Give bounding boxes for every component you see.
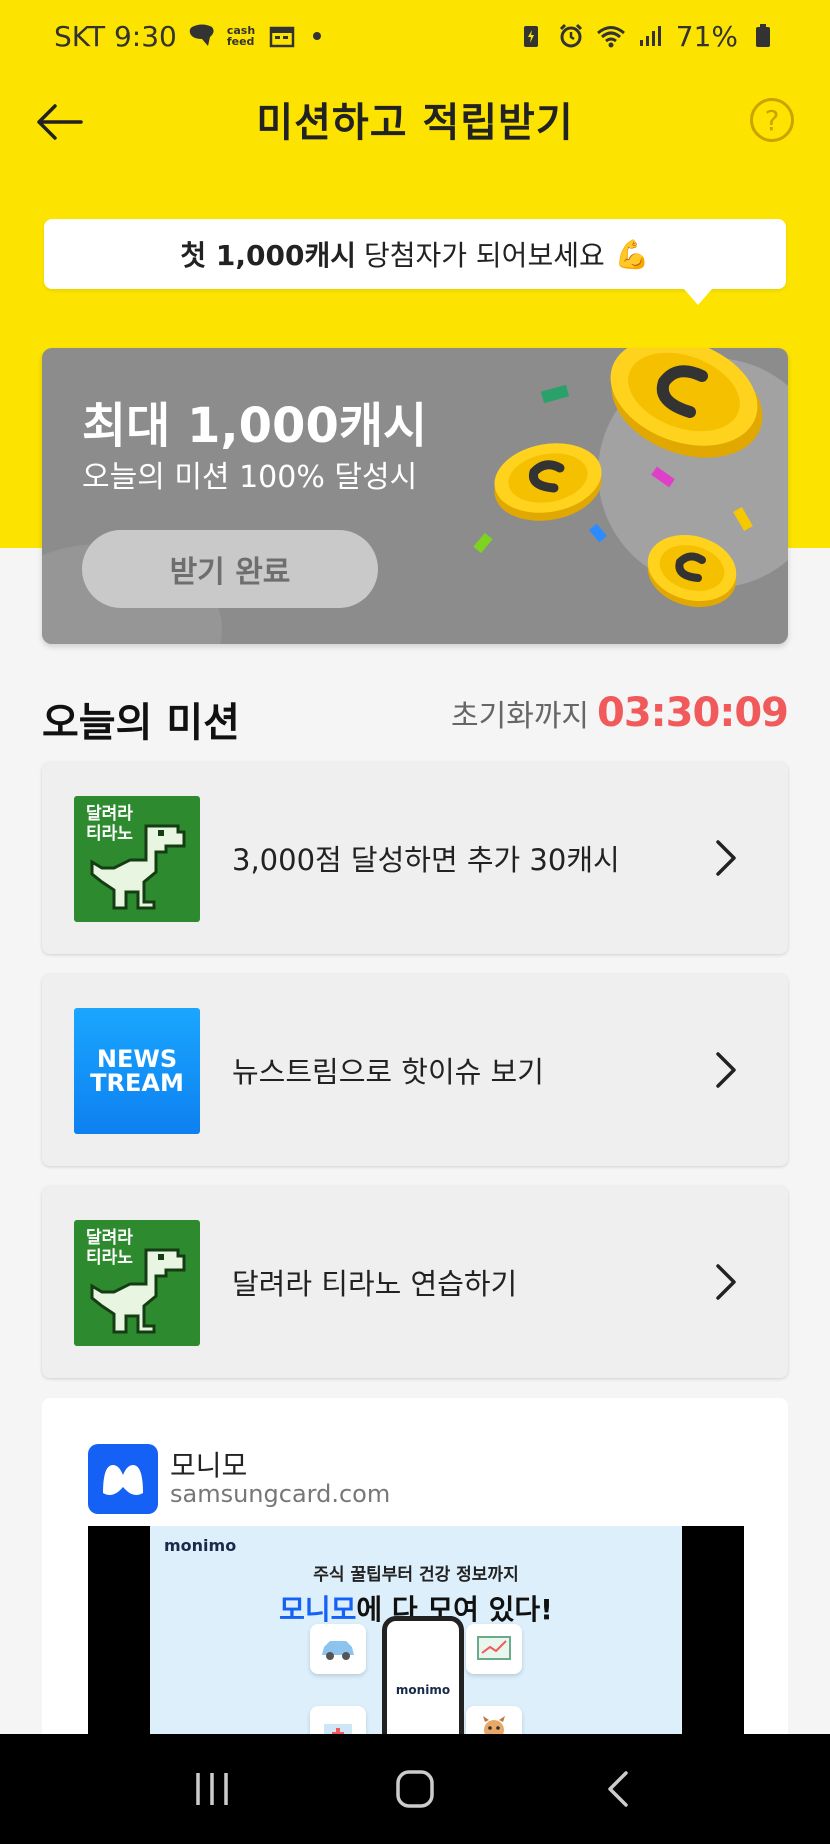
mission-label: 3,000점 달성하면 추가 30캐시 bbox=[232, 843, 620, 877]
app-header: 미션하고 적립받기 ? bbox=[0, 72, 830, 172]
help-button[interactable]: ? bbox=[750, 98, 794, 142]
chevron-right-icon bbox=[716, 840, 736, 876]
confetti-icon bbox=[540, 384, 570, 404]
tyrano-game-thumbnail: 달려라 티라노 bbox=[74, 1220, 200, 1346]
newstream-thumbnail: NEWS TREAM bbox=[74, 1008, 200, 1134]
mission-label: 뉴스트림으로 핫이슈 보기 bbox=[232, 1055, 544, 1089]
reset-timer: 초기화까지 03:30:09 bbox=[451, 690, 789, 736]
wifi-icon bbox=[596, 23, 626, 49]
battery-icon bbox=[748, 23, 778, 49]
mission-item[interactable]: 달려라 티라노 3,000점 달성하면 추가 30캐시 bbox=[42, 762, 788, 954]
reset-timer-value: 03:30:09 bbox=[597, 690, 789, 736]
reset-timer-label: 초기화까지 bbox=[451, 699, 590, 734]
chevron-right-icon bbox=[716, 1264, 736, 1300]
phone-app-label: monimo bbox=[395, 1683, 451, 1697]
tyrano-game-thumbnail: 달려라 티라노 bbox=[74, 796, 200, 922]
status-left: SKT 9:30 cash feed bbox=[54, 20, 321, 53]
signal-icon bbox=[636, 23, 666, 49]
calendar-icon bbox=[267, 23, 297, 49]
thumbnail-text: NEWS TREAM bbox=[90, 1045, 184, 1097]
coin-icon bbox=[647, 534, 737, 608]
claim-button-label: 받기 완료 bbox=[169, 555, 291, 590]
flexed-biceps-icon: 💪 bbox=[614, 237, 650, 271]
home-icon bbox=[396, 1770, 434, 1808]
battery-percent: 71% bbox=[675, 19, 738, 53]
chevron-left-icon bbox=[608, 1771, 629, 1807]
system-nav-bar bbox=[0, 1734, 830, 1844]
confetti-icon bbox=[473, 532, 493, 554]
cashfeed-icon: cash feed bbox=[226, 24, 256, 48]
carrier-time: SKT 9:30 bbox=[54, 19, 177, 53]
monimo-logo-icon bbox=[88, 1444, 158, 1514]
reward-subtitle: 오늘의 미션 100% 달성시 bbox=[82, 460, 418, 495]
claim-complete-button[interactable]: 받기 완료 bbox=[82, 530, 378, 608]
confetti-icon bbox=[589, 523, 607, 543]
dinosaur-icon bbox=[90, 1248, 186, 1334]
coin-icon bbox=[494, 443, 602, 521]
back-nav-button[interactable] bbox=[578, 1759, 658, 1819]
recent-apps-button[interactable] bbox=[172, 1759, 252, 1819]
promo-bubble-text: 당첨자가 되어보세요 bbox=[363, 239, 605, 272]
ad-headline-brand: 모니모 bbox=[279, 1593, 357, 1626]
battery-saver-icon bbox=[516, 23, 546, 49]
mission-item[interactable]: 달려라 티라노 달려라 티라노 연습하기 bbox=[42, 1186, 788, 1378]
talk-bubble-icon bbox=[187, 23, 217, 49]
chevron-right-icon bbox=[716, 1052, 736, 1088]
missions-section-title: 오늘의 미션 bbox=[42, 700, 240, 746]
ad-advertiser-name: 모니모 bbox=[170, 1449, 248, 1482]
status-right: 71% bbox=[516, 20, 778, 53]
notification-dot-icon bbox=[312, 32, 321, 40]
car-icon bbox=[310, 1624, 366, 1674]
promo-bubble: 첫 1,000캐시 당첨자가 되어보세요 💪 bbox=[44, 219, 786, 305]
home-button[interactable] bbox=[375, 1759, 455, 1819]
status-bar: SKT 9:30 cash feed 71% bbox=[0, 0, 830, 72]
ad-headline-small: 주식 꿀팁부터 건강 정보까지 bbox=[313, 1565, 519, 1585]
mission-label: 달려라 티라노 연습하기 bbox=[232, 1267, 518, 1301]
stock-chart-icon bbox=[466, 1624, 522, 1674]
alarm-icon bbox=[556, 23, 586, 49]
page-title: 미션하고 적립받기 bbox=[256, 100, 574, 146]
recent-apps-icon bbox=[195, 1773, 228, 1805]
coin-icon bbox=[610, 348, 763, 458]
ad-brand-logo: monimo bbox=[164, 1536, 237, 1555]
dinosaur-icon bbox=[90, 824, 186, 910]
ad-domain: samsungcard.com bbox=[170, 1480, 391, 1508]
mission-item[interactable]: NEWS TREAM 뉴스트림으로 핫이슈 보기 bbox=[42, 974, 788, 1166]
promo-bubble-bold: 첫 1,000캐시 bbox=[180, 239, 356, 272]
question-mark-icon: ? bbox=[764, 103, 780, 137]
reward-title: 최대 1,000캐시 bbox=[82, 398, 428, 454]
reward-card: 최대 1,000캐시 오늘의 미션 100% 달성시 받기 완료 bbox=[42, 348, 788, 644]
